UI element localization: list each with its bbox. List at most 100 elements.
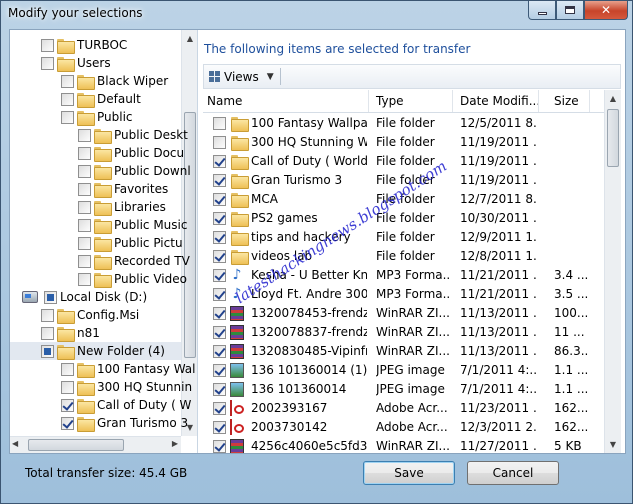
save-button[interactable]: Save	[363, 461, 455, 485]
tree-item[interactable]: n81	[10, 324, 181, 342]
tree-item-checkbox[interactable]	[61, 92, 74, 106]
tree-item-checkbox[interactable]	[78, 236, 91, 250]
tree-item-checkbox[interactable]	[78, 146, 91, 160]
tree-item-checkbox[interactable]	[41, 56, 54, 70]
title-bar[interactable]: Modify your selections ✕	[1, 1, 632, 29]
tree-item-checkbox[interactable]	[41, 38, 54, 52]
tree-item[interactable]: Local Disk (D:)	[10, 288, 181, 306]
tree-item[interactable]: Config.Msi	[10, 306, 181, 324]
tree-item-checkbox[interactable]	[78, 254, 91, 268]
tree-item[interactable]: Public Downl	[10, 162, 191, 180]
tree-item-checkbox[interactable]	[61, 74, 74, 88]
file-row-checkbox[interactable]	[213, 250, 226, 263]
list-vertical-scrollbar[interactable]: ▲ ▼	[604, 90, 621, 453]
tree-item[interactable]: Gran Turismo 3	[10, 414, 188, 432]
tree-item-checkbox[interactable]	[78, 164, 91, 178]
views-menu-button[interactable]: Views	[224, 70, 259, 84]
file-row-checkbox[interactable]	[213, 212, 226, 225]
file-row-checkbox[interactable]	[213, 269, 226, 282]
file-row-checkbox[interactable]	[213, 364, 226, 377]
scroll-left-arrow-icon[interactable]: ◀	[12, 439, 18, 448]
tree-item-checkbox[interactable]	[41, 308, 54, 322]
scroll-up-arrow-icon[interactable]: ▲	[182, 30, 197, 47]
tree-item[interactable]: Default	[10, 90, 181, 108]
file-row-checkbox[interactable]	[213, 440, 226, 453]
chevron-down-icon[interactable]: ▼	[267, 72, 274, 82]
tree-item[interactable]: Libraries	[10, 198, 181, 216]
tree-item-checkbox[interactable]	[78, 218, 91, 232]
file-row-checkbox[interactable]	[213, 288, 226, 301]
scroll-up-arrow-icon[interactable]: ▲	[605, 90, 621, 107]
close-button[interactable]: ✕	[584, 1, 628, 20]
tree-item[interactable]: Recorded TV	[10, 252, 190, 270]
tree-item-checkbox[interactable]	[78, 200, 91, 214]
file-row[interactable]: 136 101360014 (1) JPEG image 7/1/2011 4:..…	[203, 361, 604, 380]
file-row[interactable]: 1320078837-frendz4m... WinRAR ZI... 11/13/…	[203, 323, 604, 342]
tree-item-checkbox[interactable]	[61, 416, 74, 430]
scroll-right-arrow-icon[interactable]: ▶	[172, 439, 178, 448]
tree-item[interactable]: Users	[10, 54, 181, 72]
file-row[interactable]: 100 Fantasy Wallpaper... File folder 12/5/…	[203, 114, 604, 133]
file-row[interactable]: 4256c4060e5c5fd3a2d... WinRAR ZI... 11/27/…	[203, 437, 604, 453]
file-row[interactable]: 136 101360014 JPEG image 7/1/2011 4:... 1.1…	[203, 380, 604, 399]
file-row[interactable]: 2003730142 Adobe Acr... 12/3/2011 2... 162.…	[203, 418, 604, 437]
tree-item[interactable]: New Folder (4)	[10, 342, 181, 360]
tree-item-checkbox[interactable]	[61, 398, 74, 412]
tree-item[interactable]: TURBOC	[10, 36, 181, 54]
tree-item[interactable]: 100 Fantasy Wal	[10, 360, 196, 378]
file-row-checkbox[interactable]	[213, 402, 226, 415]
file-row[interactable]: 1320830485-Vipinfren... WinRAR ZI... 11/13…	[203, 342, 604, 361]
tree-item-checkbox[interactable]	[61, 380, 74, 394]
file-row-checkbox[interactable]	[213, 193, 226, 206]
tree-item[interactable]: Favorites	[10, 180, 181, 198]
tree-item-checkbox[interactable]	[78, 182, 91, 196]
tree-horizontal-scrollbar[interactable]: ◀ ▶	[10, 436, 181, 453]
file-row-checkbox[interactable]	[213, 345, 226, 358]
file-row-checkbox[interactable]	[213, 383, 226, 396]
tree-item[interactable]: Public Pictu	[10, 234, 183, 252]
tree-item-checkbox[interactable]	[78, 128, 91, 142]
column-name[interactable]: Name	[207, 94, 242, 108]
tree-item[interactable]: Public Deskt	[10, 126, 188, 144]
column-size[interactable]: Size	[554, 94, 579, 108]
cancel-button[interactable]: Cancel	[467, 461, 559, 485]
column-date[interactable]: Date Modifi...	[460, 94, 540, 108]
tree-item[interactable]: Black Wiper	[10, 72, 181, 90]
file-row-checkbox[interactable]	[213, 231, 226, 244]
file-row-checkbox[interactable]	[213, 174, 226, 187]
column-type[interactable]: Type	[376, 94, 404, 108]
tree-scroll-thumb[interactable]	[184, 112, 196, 358]
tree-item[interactable]: Call of Duty ( W	[10, 396, 191, 414]
file-row[interactable]: tips and hackery File folder 12/9/2011 1..…	[203, 228, 604, 247]
tree-item[interactable]: 300 HQ Stunnin	[10, 378, 192, 396]
tree-item[interactable]: Public Docu	[10, 144, 184, 162]
tree-item-checkbox[interactable]	[78, 272, 91, 286]
folder-icon	[94, 146, 112, 162]
tree-item-checkbox[interactable]	[41, 344, 54, 358]
tree-item-checkbox[interactable]	[61, 362, 74, 376]
file-row[interactable]: 300 HQ Stunning Wall... File folder 11/19/…	[203, 133, 604, 152]
scroll-down-arrow-icon[interactable]: ▼	[605, 436, 621, 453]
tree-item[interactable]: Public	[10, 108, 181, 126]
tree-hscroll-thumb[interactable]	[28, 439, 124, 451]
file-row[interactable]: 1320078453-frendz4m... WinRAR ZI... 11/13/…	[203, 304, 604, 323]
tree-item[interactable]: Public Music	[10, 216, 187, 234]
file-row-checkbox[interactable]	[213, 421, 226, 434]
file-row-checkbox[interactable]	[213, 117, 226, 130]
file-row-checkbox[interactable]	[213, 155, 226, 168]
file-row[interactable]: 2002393167 Adobe Acr... 11/23/2011 ... 162.…	[203, 399, 604, 418]
list-scroll-thumb[interactable]	[607, 109, 619, 167]
tree-item-checkbox[interactable]	[61, 110, 74, 124]
tree-item-checkbox[interactable]	[44, 290, 57, 304]
file-row-checkbox[interactable]	[213, 307, 226, 320]
tree-item-checkbox[interactable]	[41, 326, 54, 340]
minimize-button[interactable]	[528, 1, 556, 20]
file-row[interactable]: Call of Duty ( World at...File folder11/…	[203, 152, 604, 171]
file-row[interactable]: PS2 games File folder 10/30/2011 ...	[203, 209, 604, 228]
file-row[interactable]: videos lab File folder 12/8/2011 1...	[203, 247, 604, 266]
file-row-checkbox[interactable]	[213, 326, 226, 339]
tree-item[interactable]: Public Video	[10, 270, 187, 288]
folder-tree[interactable]: ▲ ▼ ◀ ▶ TURBOC Users Black Wiper Default Pub…	[10, 30, 198, 453]
maximize-button[interactable]	[556, 1, 584, 20]
file-row-checkbox[interactable]	[213, 136, 226, 149]
